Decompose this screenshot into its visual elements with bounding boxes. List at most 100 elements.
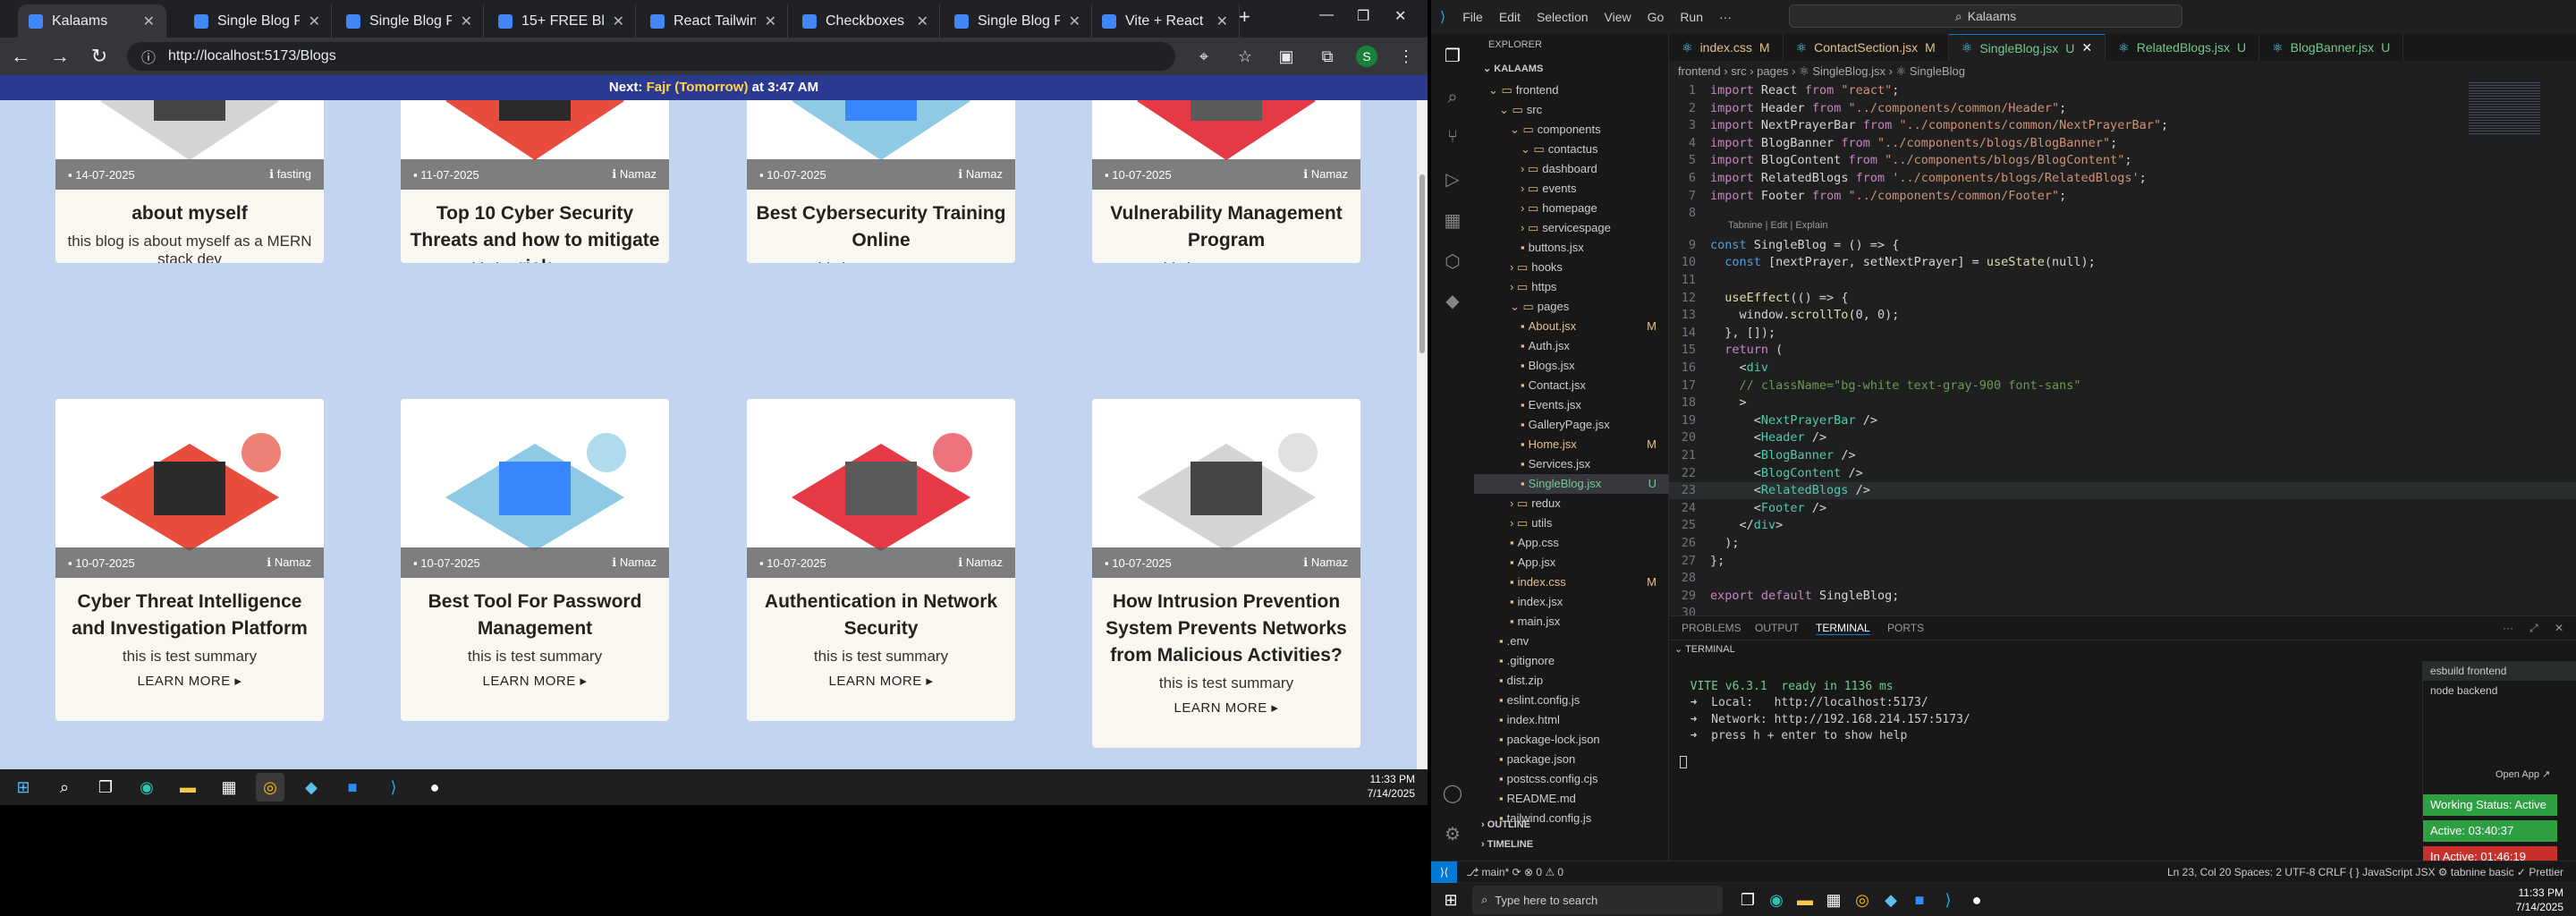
taskbar-clock[interactable]: 11:33 PM 7/14/2025 [1368,772,1415,801]
tree-item-eslint-config-js[interactable]: ▪ eslint.config.js [1474,691,1669,710]
menu-file[interactable]: File [1454,10,1491,24]
blog-title[interactable]: Top 10 Cyber Security Threats and how to… [410,200,660,263]
minimap[interactable] [2469,81,2540,134]
tree-item-about-jsx[interactable]: ▪ About.jsx M [1474,317,1669,336]
editor-tab[interactable]: ⚛ BlogBanner.jsx U [2259,34,2404,61]
zoom-taskbar-icon[interactable]: ■ [338,773,367,802]
extensions-puzzle-icon[interactable]: ⧉ [1315,47,1340,66]
browser-tab[interactable]: Vite + React ✕ [1091,4,1240,38]
blog-card[interactable]: ▪ 11-07-2025 ℹ Namaz Top 10 Cyber Security… [401,100,669,263]
tree-item-contact-jsx[interactable]: ▪ Contact.jsx [1474,376,1669,395]
tab-terminal[interactable]: TERMINAL [1816,622,1870,635]
editor-tab[interactable]: ⚛ ContactSection.jsx M [1784,34,1949,61]
zoom-taskbar-icon[interactable]: ■ [1905,886,1934,914]
file-explorer-icon[interactable]: ▬ [1791,886,1819,914]
tree-item-app-css[interactable]: ▪ App.css [1474,533,1669,553]
tab-close-icon[interactable]: ✕ [765,13,776,30]
search-icon[interactable]: ⌕ [50,773,79,802]
tabnine-codelens[interactable]: Tabnine | Edit | Explain [1728,220,1996,234]
menu-more[interactable]: ··· [1711,10,1740,24]
blog-title[interactable]: about myself [64,200,315,227]
tabnine-icon[interactable]: ◆ [1442,290,1463,311]
tree-item-index-jsx[interactable]: ▪ index.jsx [1474,592,1669,612]
maximize-window-icon[interactable]: ❐ [1357,7,1369,25]
tree-item-dashboard[interactable]: › ▭ dashboard [1474,159,1669,179]
vscode-taskbar-icon[interactable]: ⟩ [1934,886,1962,914]
timeline-section[interactable]: › TIMELINE [1481,839,1533,850]
blog-card[interactable]: ▪ 10-07-2025 ℹ Namaz Best Tool For Passwor… [401,399,669,721]
task-view-icon[interactable]: ❐ [91,773,120,802]
menu-run[interactable]: Run [1672,10,1711,24]
close-window-icon[interactable]: ✕ [1394,7,1406,25]
browser-tab[interactable]: React Tailwind Blo ✕ [640,4,788,38]
tree-item-readme-md[interactable]: ▪ README.md [1474,789,1669,809]
chrome-taskbar-icon[interactable]: ◎ [256,773,284,802]
tree-item-app-jsx[interactable]: ▪ App.jsx [1474,553,1669,572]
blog-title[interactable]: Cyber Threat Intelligence and Investigat… [64,589,315,642]
back-icon[interactable]: ← [9,45,32,68]
editor-breadcrumb[interactable]: frontend › src › pages › ⚛ SingleBlog.js… [1669,61,2576,82]
blog-card[interactable]: ▪ 10-07-2025 ℹ Namaz Vulnerability Managem… [1092,100,1360,263]
tree-item-postcss-config-cjs[interactable]: ▪ postcss.config.cjs [1474,769,1669,789]
tree-item-auth-jsx[interactable]: ▪ Auth.jsx [1474,336,1669,356]
tree-item-events[interactable]: › ▭ events [1474,179,1669,199]
tree-item--env[interactable]: ▪ .env [1474,632,1669,651]
extensions-icon[interactable]: ▦ [1442,209,1463,231]
close-panel-icon[interactable]: ✕ [2555,622,2563,634]
blog-title[interactable]: Best Tool For Password Management [410,589,660,642]
task-view-icon[interactable]: ❐ [1733,886,1762,914]
tree-item-blogs-jsx[interactable]: ▪ Blogs.jsx [1474,356,1669,376]
tab-output[interactable]: OUTPUT [1755,622,1799,634]
taskbar-clock[interactable]: 11:33 PM 7/14/2025 [2516,886,2563,914]
settings-gear-icon[interactable]: ⚙ [1442,823,1463,844]
browser-tab[interactable]: Single Blog Posts ✕ [183,4,332,38]
tree-item-index-css[interactable]: ▪ index.css M [1474,572,1669,592]
workspace-root[interactable]: ⌄ KALAAMS [1483,63,1543,74]
learn-more-link[interactable]: LEARN MORE ▸ [756,673,1006,689]
tab-ports[interactable]: PORTS [1887,622,1924,634]
windows-start-icon[interactable]: ⊞ [1436,886,1465,914]
new-tab-button[interactable]: + [1239,5,1250,29]
forward-icon[interactable]: → [48,45,72,68]
tree-item-src[interactable]: ⌄ ▭ src [1474,100,1669,120]
terminal-instance-esbuild[interactable]: esbuild frontend [2423,661,2576,681]
learn-more-link[interactable]: LEARN MORE ▸ [64,673,315,689]
tree-item-frontend[interactable]: ⌄ ▭ frontend [1474,81,1669,100]
tree-item-singleblog-jsx[interactable]: ▪ SingleBlog.jsx U [1474,474,1669,494]
status-left[interactable]: ⎇ main* ⟳ ⊗ 0 ⚠ 0 [1457,866,1563,878]
tree-item-https[interactable]: › ▭ https [1474,277,1669,297]
tree-item-home-jsx[interactable]: ▪ Home.jsx M [1474,435,1669,454]
tree-item-package-lock-json[interactable]: ▪ package-lock.json [1474,730,1669,750]
account-icon[interactable]: ◯ [1442,782,1463,803]
tree-item-utils[interactable]: › ▭ utils [1474,513,1669,533]
menu-view[interactable]: View [1597,10,1640,24]
taskbar-search[interactable]: ⌕ Type here to search [1472,886,1723,914]
bookmark-star-icon[interactable]: ☆ [1233,47,1258,66]
learn-more-link[interactable]: LEARN MORE ▸ [410,673,660,689]
menu-edit[interactable]: Edit [1491,10,1529,24]
tree-item-redux[interactable]: › ▭ redux [1474,494,1669,513]
blog-card[interactable]: ▪ 10-07-2025 ℹ Namaz Cyber Threat Intellig… [55,399,324,721]
terminal-output[interactable]: VITE v6.3.1 ready in 1136 ms ➜ Local: ht… [1676,679,1970,745]
terminal-instance-node[interactable]: node backend [2423,681,2576,700]
browser-tab[interactable]: 15+ FREE Blog We ✕ [487,4,636,38]
remote-indicator-icon[interactable]: ⟩⟨ [1431,861,1458,883]
tree-item-contactus[interactable]: ⌄ ▭ contactus [1474,140,1669,159]
menu-selection[interactable]: Selection [1529,10,1597,24]
editor-tab[interactable]: ⚛ SingleBlog.jsx U ✕ [1948,34,2106,61]
tab-close-icon[interactable]: ✕ [613,13,624,30]
tree-item-gallerypage-jsx[interactable]: ▪ GalleryPage.jsx [1474,415,1669,435]
browser-tab[interactable]: Single Blog Posts ✕ [944,4,1092,38]
browser-tab[interactable]: Checkboxes in Sa ✕ [792,4,940,38]
blog-card[interactable]: ▪ 14-07-2025 ℹ fasting about myself this bl… [55,100,324,263]
blog-card[interactable]: ▪ 10-07-2025 ℹ Namaz Best Cybersecurity Tr… [747,100,1015,263]
run-debug-icon[interactable]: ▷ [1442,168,1463,190]
tree-item-servicespage[interactable]: › ▭ servicespage [1474,218,1669,238]
app-taskbar-icon[interactable]: ◆ [297,773,326,802]
close-tab-icon[interactable]: ✕ [2081,40,2092,55]
status-right[interactable]: Ln 23, Col 20 Spaces: 2 UTF-8 CRLF { } J… [2167,866,2576,878]
blog-title[interactable]: How Intrusion Prevention System Prevents… [1101,589,1352,669]
tree-item-services-jsx[interactable]: ▪ Services.jsx [1474,454,1669,474]
blog-title[interactable]: Authentication in Network Security [756,589,1006,642]
app-taskbar-icon[interactable]: ◆ [1877,886,1905,914]
